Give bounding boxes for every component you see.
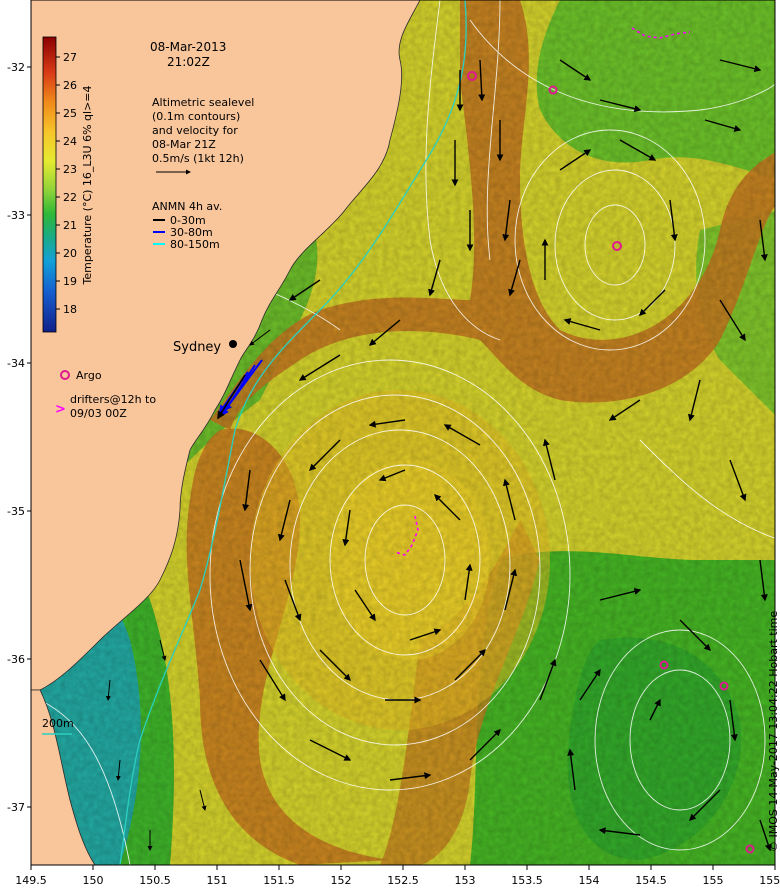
altimetry-line: (0.1m contours)	[152, 110, 240, 123]
anmn-legend-label: 80-150m	[170, 238, 220, 251]
argo-legend-label: Argo	[76, 369, 102, 382]
y-axis-ticks: -32 -33 -34 -35 -36 -37	[7, 61, 31, 814]
y-tick-label: -32	[7, 61, 25, 74]
x-tick-label: 152.5	[387, 874, 419, 887]
altimetry-line: and velocity for	[152, 124, 238, 137]
colorbar-tick-label: 25	[63, 107, 77, 120]
x-tick-label: 155	[703, 874, 724, 887]
altimetry-line: 0.5m/s (1kt 12h)	[152, 152, 244, 165]
colorbar-tick-label: 24	[63, 135, 77, 148]
drifter-legend-label: drifters@12h to	[70, 393, 156, 406]
y-tick-label: -34	[7, 357, 25, 370]
city-label: Sydney	[173, 340, 221, 355]
colorbar-tick-label: 27	[63, 51, 77, 64]
x-tick-label: 153.5	[511, 874, 543, 887]
x-axis-ticks: 149.5 150 150.5 151 151.5 152 152.5 153 153.5 154…	[15, 865, 780, 887]
altimetry-line: 08-Mar 21Z	[152, 138, 216, 151]
colorbar-tick-label: 19	[63, 275, 77, 288]
y-tick-label: -37	[7, 801, 25, 814]
x-tick-label: 150	[83, 874, 104, 887]
colorbar-tick-label: 22	[63, 191, 77, 204]
colorbar-tick-label: 18	[63, 303, 77, 316]
x-tick-label: 154	[579, 874, 600, 887]
credit-text: © IMOS 14-May-2017 13:04:22 Hobart time	[767, 611, 780, 852]
drifter-legend-label: 09/03 00Z	[70, 407, 127, 420]
x-tick-label: 154.5	[635, 874, 667, 887]
map-time: 21:02Z	[167, 55, 210, 69]
sydney-marker	[229, 340, 237, 348]
map-plot-area	[31, 0, 775, 865]
sst-map-figure: 27 26 25 24 23 22 21 20 19 18 Temperature (°C) 16…	[7, 0, 780, 887]
colorbar	[42, 36, 57, 333]
colorbar-label: Temperature (°C) 16_L3U 6% ql>=4	[81, 85, 94, 285]
y-tick-label: -33	[7, 209, 25, 222]
colorbar-tick-label: 21	[63, 219, 77, 232]
x-tick-label: 152	[331, 874, 352, 887]
x-tick-label: 149.5	[15, 874, 47, 887]
x-tick-label: 151	[207, 874, 228, 887]
isobath-legend-label: 200m	[42, 717, 74, 730]
colorbar-tick-label: 20	[63, 247, 77, 260]
x-tick-label: 153	[455, 874, 476, 887]
colorbar-tick-label: 23	[63, 163, 77, 176]
altimetry-line: Altimetric sealevel	[152, 96, 254, 109]
anmn-legend-title: ANMN 4h av.	[152, 200, 222, 213]
x-tick-label: 155.5	[759, 874, 780, 887]
y-tick-label: -36	[7, 653, 25, 666]
y-tick-label: -35	[7, 505, 25, 518]
map-date: 08-Mar-2013	[150, 40, 226, 54]
x-tick-label: 150.5	[139, 874, 171, 887]
colorbar-tick-label: 26	[63, 79, 77, 92]
x-tick-label: 151.5	[263, 874, 295, 887]
drifter-legend-symbol: >	[55, 402, 66, 417]
